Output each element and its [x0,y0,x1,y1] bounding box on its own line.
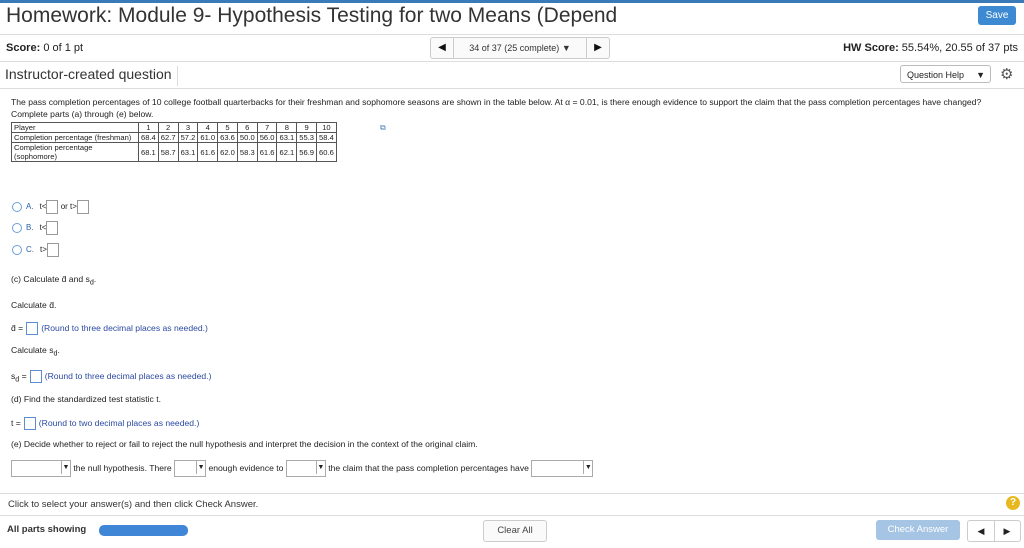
d-answer-row: d̄ = (Round to three decimal places as ne… [11,322,208,335]
answer-box[interactable] [46,243,59,257]
table-row: Completion percentage (freshman) 68.4 62.… [11,132,337,143]
footer-bar: All parts showing Clear All Check Answer… [0,515,1024,548]
answer-box[interactable] [46,200,59,214]
sd-answer-row: sd = (Round to three decimal places as ne… [11,370,212,384]
chevron-down-icon: ▼ [61,461,70,474]
table-row: Completion percentage (sophomore) 68.1 58… [11,142,337,162]
score: Score: 0 of 1 pt [6,42,84,54]
radio-icon[interactable] [12,223,22,233]
option-c[interactable]: C. t> [12,243,59,257]
gear-icon[interactable]: ⚙ [1000,65,1013,83]
calc-d-label: Calculate d̄. [11,300,57,310]
hw-score: HW Score: 55.54%, 20.55 of 37 pts [843,42,1018,54]
support-reject-dropdown[interactable]: ▼ [285,460,326,477]
row-label: Completion percentage (sophomore) [11,142,139,162]
is-isnot-dropdown[interactable]: ▼ [174,460,207,477]
check-answer-button[interactable]: Check Answer [876,520,960,540]
calc-sd-label: Calculate sd. [11,345,60,358]
save-button[interactable]: Save [978,6,1016,25]
question-header: Instructor-created question Question Hel… [0,62,1024,89]
instruction-text: Click to select your answer(s) and then … [8,499,259,510]
all-parts-label: All parts showing [7,524,87,535]
chevron-down-icon: ▼ [583,461,592,474]
radio-icon[interactable] [12,202,22,212]
chevron-down-icon: ▼ [196,461,205,474]
instruction-bar: Click to select your answer(s) and then … [0,493,1024,514]
clear-all-button[interactable]: Clear All [483,520,547,542]
part-e-heading: (e) Decide whether to reject or fail to … [11,439,478,449]
option-b[interactable]: B. t< [12,221,59,235]
next-question-icon[interactable]: ▶ [586,38,609,58]
t-answer-row: t = (Round to two decimal places as neede… [11,417,199,430]
next-icon[interactable]: ▶ [994,521,1020,541]
previous-question-icon[interactable]: ◀ [431,38,454,58]
table-row: Player 1 2 3 4 5 6 7 8 9 10 [11,122,337,133]
answer-box[interactable] [46,221,59,235]
radio-icon[interactable] [12,245,22,255]
chevron-down-icon: ▼ [976,70,985,80]
instructor-label: Instructor-created question [5,66,178,86]
score-bar: Score: 0 of 1 pt ◀ 34 of 37 (25 complete… [0,34,1024,62]
top-accent-line [0,0,1024,3]
reject-dropdown[interactable]: ▼ [11,460,71,477]
row-label: Completion percentage (freshman) [11,132,139,143]
question-text: The pass completion percentages of 10 co… [11,97,982,119]
data-table: Player 1 2 3 4 5 6 7 8 9 10 Completion percentage… [11,122,337,162]
progress-bar [99,525,188,536]
page-title: Homework: Module 9- Hypothesis Testing f… [6,4,618,27]
d-input[interactable] [26,322,39,335]
chevron-down-icon: ▼ [315,461,325,474]
part-d-heading: (d) Find the standardized test statistic… [11,394,161,404]
table-header-cell: Player [11,122,139,133]
sd-input[interactable] [29,370,42,383]
previous-icon[interactable]: ◀ [968,521,995,541]
question-navigator: ◀ 34 of 37 (25 complete) ▼ ▶ [430,37,610,59]
option-a[interactable]: A. t< or t> [12,200,89,214]
question-selector[interactable]: 34 of 37 (25 complete) ▼ [455,38,585,58]
t-input[interactable] [23,417,36,430]
changed-dropdown[interactable]: ▼ [531,460,594,477]
part-c-heading: (c) Calculate d̄ and sd. [11,274,97,287]
footer-navigator: ◀ ▶ [967,520,1021,542]
answer-box[interactable] [76,200,89,214]
help-icon[interactable]: ? [1006,496,1020,510]
part-e-answer-row: ▼ the null hypothesis. There ▼ enough ev… [11,460,594,477]
copy-table-icon[interactable]: ⧉ [380,123,386,133]
question-help-dropdown[interactable]: Question Help ▼ [900,65,991,83]
